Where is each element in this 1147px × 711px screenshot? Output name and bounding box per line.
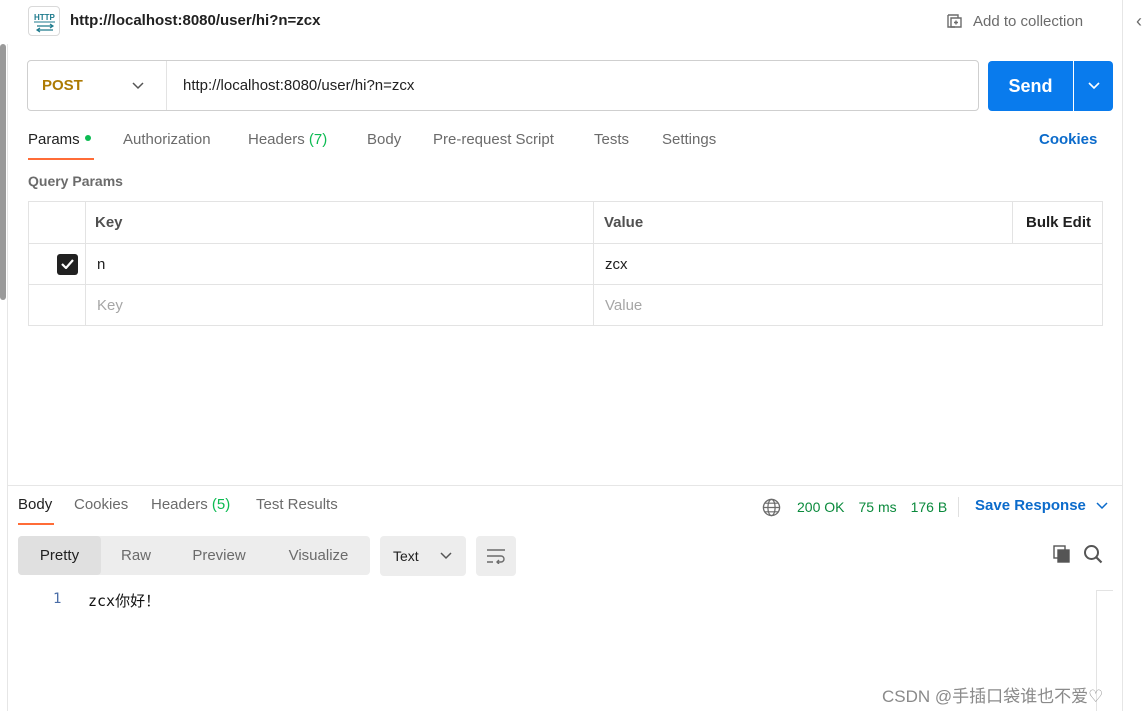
- table-row-empty: Key Value: [29, 285, 1102, 325]
- send-options-button[interactable]: [1074, 61, 1113, 111]
- view-preview[interactable]: Preview: [171, 536, 267, 575]
- watermark: CSDN @手插口袋谁也不爱♡: [882, 687, 1104, 706]
- line-number: 1: [53, 591, 62, 607]
- response-tab-body[interactable]: Body: [18, 496, 52, 513]
- chevron-down-icon: [1087, 82, 1100, 90]
- bulk-edit-button[interactable]: Bulk Edit: [1026, 202, 1091, 243]
- view-pretty[interactable]: Pretty: [18, 536, 101, 575]
- response-meta: 200 OK 75 ms 176 B: [762, 496, 960, 518]
- column-divider: [1012, 202, 1013, 244]
- format-label: Text: [393, 548, 419, 564]
- save-response-button[interactable]: Save Response: [975, 497, 1108, 514]
- tab-prerequest-script[interactable]: Pre-request Script: [433, 131, 554, 148]
- column-header-key: Key: [95, 214, 123, 231]
- save-response-label: Save Response: [975, 497, 1086, 514]
- checkmark-icon: [61, 259, 74, 269]
- cookies-link[interactable]: Cookies: [1039, 131, 1097, 148]
- tab-settings[interactable]: Settings: [662, 131, 716, 148]
- response-tab-test-results[interactable]: Test Results: [256, 496, 338, 513]
- chevron-down-icon: [1096, 501, 1108, 509]
- add-to-collection-button[interactable]: Add to collection: [946, 10, 1083, 32]
- search-icon[interactable]: [1083, 544, 1103, 568]
- meta-divider: [958, 497, 960, 517]
- response-body-line[interactable]: zcx你好！: [88, 590, 160, 611]
- response-time[interactable]: 75 ms: [858, 499, 896, 515]
- wrap-lines-icon: [487, 549, 505, 564]
- right-pane-border: [1122, 0, 1123, 711]
- method-select[interactable]: POST: [28, 61, 167, 110]
- column-divider: [593, 202, 594, 325]
- tab-body[interactable]: Body: [367, 131, 401, 148]
- send-button[interactable]: Send: [988, 61, 1073, 111]
- param-value-cell[interactable]: zcx: [605, 244, 628, 284]
- view-visualize[interactable]: Visualize: [267, 536, 370, 575]
- globe-icon[interactable]: [762, 498, 781, 517]
- new-param-value-input[interactable]: Value: [605, 285, 642, 325]
- chevron-down-icon: [440, 552, 452, 560]
- chevron-left-icon[interactable]: ‹: [1136, 10, 1147, 32]
- url-input[interactable]: [167, 61, 978, 110]
- active-tab-underline: [18, 523, 54, 525]
- response-tab-headers[interactable]: Headers (5): [151, 496, 230, 513]
- query-params-title: Query Params: [28, 173, 123, 189]
- column-divider: [85, 202, 86, 325]
- left-scrollbar[interactable]: [0, 44, 6, 300]
- params-active-dot: [84, 135, 91, 141]
- table-row: n zcx: [29, 244, 1102, 285]
- response-tab-cookies[interactable]: Cookies: [74, 496, 128, 513]
- method-label: POST: [42, 77, 83, 94]
- tab-params[interactable]: Params: [28, 131, 91, 148]
- http-icon-label: HTTP: [34, 13, 56, 22]
- tab-headers-label: Headers: [248, 131, 305, 148]
- response-size[interactable]: 176 B: [911, 499, 948, 515]
- query-params-table: Key Value Bulk Edit n zcx Key Value: [28, 201, 1103, 326]
- tab-headers[interactable]: Headers (7): [248, 131, 327, 148]
- left-pane-border: [7, 44, 8, 711]
- response-pane-divider[interactable]: [8, 485, 1122, 486]
- response-view-selector: Pretty Raw Preview Visualize: [18, 536, 370, 575]
- response-tab-headers-label: Headers: [151, 496, 208, 513]
- tab-authorization[interactable]: Authorization: [123, 131, 211, 148]
- column-header-value: Value: [604, 214, 644, 231]
- param-key-cell[interactable]: n: [97, 244, 105, 284]
- format-dropdown[interactable]: Text: [380, 536, 466, 576]
- add-to-collection-label: Add to collection: [973, 12, 1084, 30]
- url-bar: POST: [27, 60, 979, 111]
- request-title[interactable]: http://localhost:8080/user/hi?n=zcx: [70, 12, 320, 29]
- add-collection-icon: [947, 14, 962, 28]
- status-code[interactable]: 200 OK: [797, 499, 844, 515]
- http-request-icon: HTTP: [28, 6, 60, 36]
- table-header-row: Key Value Bulk Edit: [29, 202, 1102, 244]
- view-raw[interactable]: Raw: [101, 536, 171, 575]
- response-tab-headers-count: (5): [211, 496, 231, 513]
- chevron-down-icon: [132, 81, 144, 89]
- tab-headers-count: (7): [308, 131, 328, 148]
- tab-tests[interactable]: Tests: [594, 131, 629, 148]
- tab-params-label: Params: [28, 131, 80, 148]
- new-param-key-input[interactable]: Key: [97, 285, 123, 325]
- active-tab-underline: [28, 158, 94, 160]
- word-wrap-button[interactable]: [476, 536, 516, 576]
- param-enabled-checkbox[interactable]: [57, 244, 78, 284]
- copy-icon[interactable]: [1052, 544, 1072, 568]
